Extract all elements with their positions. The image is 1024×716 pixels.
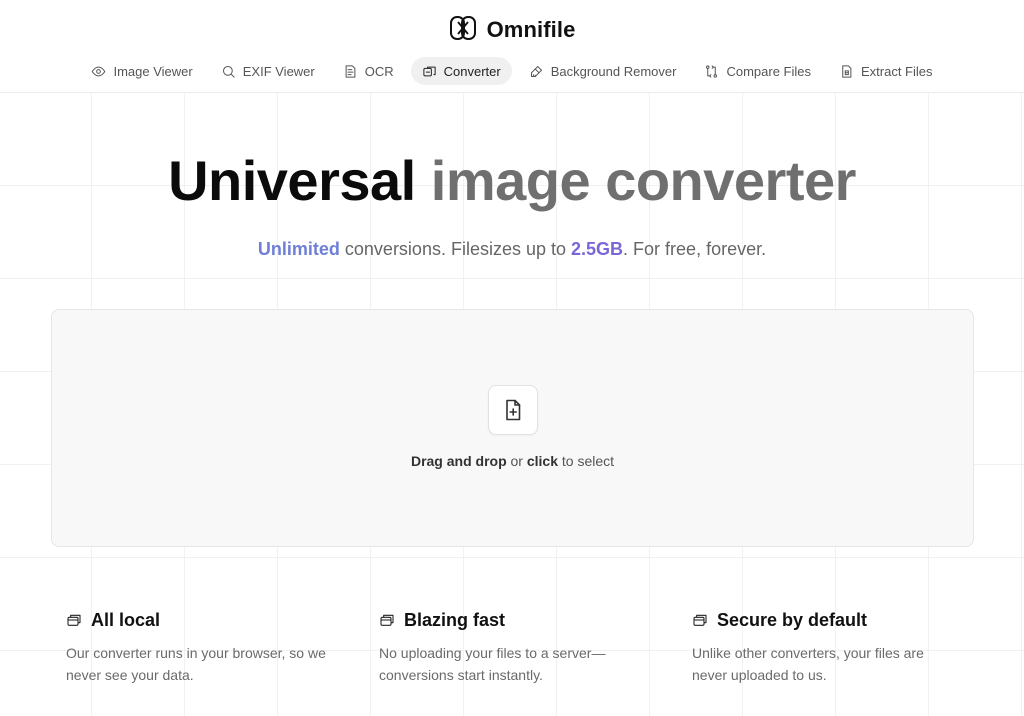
dropzone-select-text: to select (558, 453, 615, 469)
nav-item-converter[interactable]: Converter (410, 57, 512, 85)
feature-blazing-fast: Blazing fast No uploading your files to … (379, 608, 679, 686)
nav-item-label: Converter (443, 63, 501, 79)
dropzone-instructions: Drag and drop or click to select (52, 453, 973, 469)
nav-item-label: EXIF Viewer (242, 63, 315, 79)
title-part-1: Universal (168, 149, 416, 212)
window-stack-icon (380, 614, 394, 626)
search-icon (222, 65, 235, 78)
nav-item-background-remover[interactable]: Background Remover (518, 57, 688, 85)
features-section: All local Our converter runs in your bro… (0, 608, 1024, 708)
nav-item-exif-viewer[interactable]: EXIF Viewer (210, 57, 326, 85)
window-stack-icon (693, 614, 707, 626)
omnifile-logo-icon (449, 14, 477, 47)
click-text: click (526, 453, 558, 469)
subtitle-text-end: . For free, forever. (623, 239, 767, 259)
document-text-icon (345, 64, 356, 78)
feature-title: Secure by default (717, 609, 868, 630)
subtitle-text: conversions. Filesizes up to (339, 239, 572, 259)
nav-item-label: Extract Files (860, 63, 933, 79)
title-part-2: image converter (430, 149, 857, 212)
window-stack-icon (67, 614, 81, 626)
nav-item-label: Image Viewer (113, 63, 193, 79)
subtitle-highlight-unlimited: Unlimited (257, 239, 340, 259)
compare-icon (706, 64, 718, 78)
nav-item-extract-files[interactable]: Extract Files (828, 57, 944, 85)
eye-icon (92, 66, 106, 76)
brand[interactable]: Omnifile (0, 14, 1024, 46)
feature-description: Unlike other converters, your files are … (692, 645, 924, 683)
drag-drop-text: Drag and drop (410, 453, 507, 469)
page-title: Universal image converter (0, 148, 1024, 213)
nav-item-label: Compare Files (726, 63, 811, 79)
file-plus-icon (506, 399, 521, 421)
feature-title: All local (91, 609, 161, 630)
top-header: Omnifile Image Viewer EXIF Viewer OCR Co… (0, 0, 1024, 93)
add-file-button[interactable] (488, 385, 538, 435)
file-dropzone[interactable]: Drag and drop or click to select (51, 309, 974, 547)
nav-item-image-viewer[interactable]: Image Viewer (80, 57, 203, 85)
convert-icon (423, 66, 436, 76)
feature-description: No uploading your files to a server—conv… (379, 645, 606, 683)
brush-icon (530, 65, 542, 77)
feature-all-local: All local Our converter runs in your bro… (66, 608, 366, 686)
nav-item-compare-files[interactable]: Compare Files (693, 57, 822, 85)
brand-name: Omnifile (486, 17, 576, 42)
feature-secure-by-default: Secure by default Unlike other converter… (692, 608, 992, 686)
subtitle-highlight-size: 2.5GB (571, 239, 624, 259)
nav-item-ocr[interactable]: OCR (332, 57, 405, 85)
feature-description: Our converter runs in your browser, so w… (66, 645, 326, 683)
page-subtitle: Unlimited conversions. Filesizes up to 2… (0, 239, 1024, 260)
dropzone-or-text: or (506, 453, 527, 469)
file-extract-icon (842, 64, 852, 78)
main-nav: Image Viewer EXIF Viewer OCR Converter B… (0, 56, 1024, 86)
nav-item-label: OCR (364, 63, 394, 79)
feature-title: Blazing fast (404, 609, 506, 630)
nav-item-label: Background Remover (550, 63, 677, 79)
